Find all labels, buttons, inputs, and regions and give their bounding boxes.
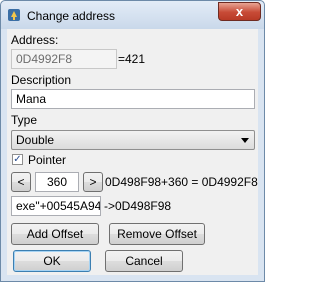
description-label: Description [11,73,72,87]
window-title: Change address [27,9,116,23]
cancel-button[interactable]: Cancel [105,250,183,272]
checkmark-icon: ✓ [13,154,22,165]
type-label: Type [11,113,38,127]
base-address-input[interactable]: exe"+00545A94 [11,196,101,216]
add-offset-button[interactable]: Add Offset [11,223,99,245]
cheat-engine-icon [8,9,20,21]
change-address-dialog: Change address x Address: 0D4992F8 =421 … [0,0,265,282]
pointer-checkbox[interactable]: ✓ [12,154,23,165]
close-icon: x [235,4,244,19]
close-button[interactable]: x [218,2,261,21]
dialog-client: Address: 0D4992F8 =421 Description Mana … [7,29,258,275]
address-label: Address: [11,33,59,47]
address-result: =421 [118,52,146,66]
offset-calculation: 0D498F98+360 = 0D4992F8 [105,175,258,189]
offset-increment-button[interactable]: > [83,172,103,192]
remove-offset-button[interactable]: Remove Offset [109,223,205,245]
base-address-result: ->0D498F98 [104,199,172,213]
offset-decrement-button[interactable]: < [11,172,31,192]
pointer-label[interactable]: Pointer [28,153,66,167]
offset-input[interactable]: 360 [35,172,79,192]
title-bar[interactable]: Change address x [1,1,264,29]
ok-button[interactable]: OK [13,250,91,272]
address-field: 0D4992F8 [11,49,117,69]
description-input[interactable]: Mana [11,89,255,109]
type-select[interactable]: Double [11,130,255,150]
type-selected-value: Double [16,133,55,147]
chevron-down-icon [241,138,249,143]
